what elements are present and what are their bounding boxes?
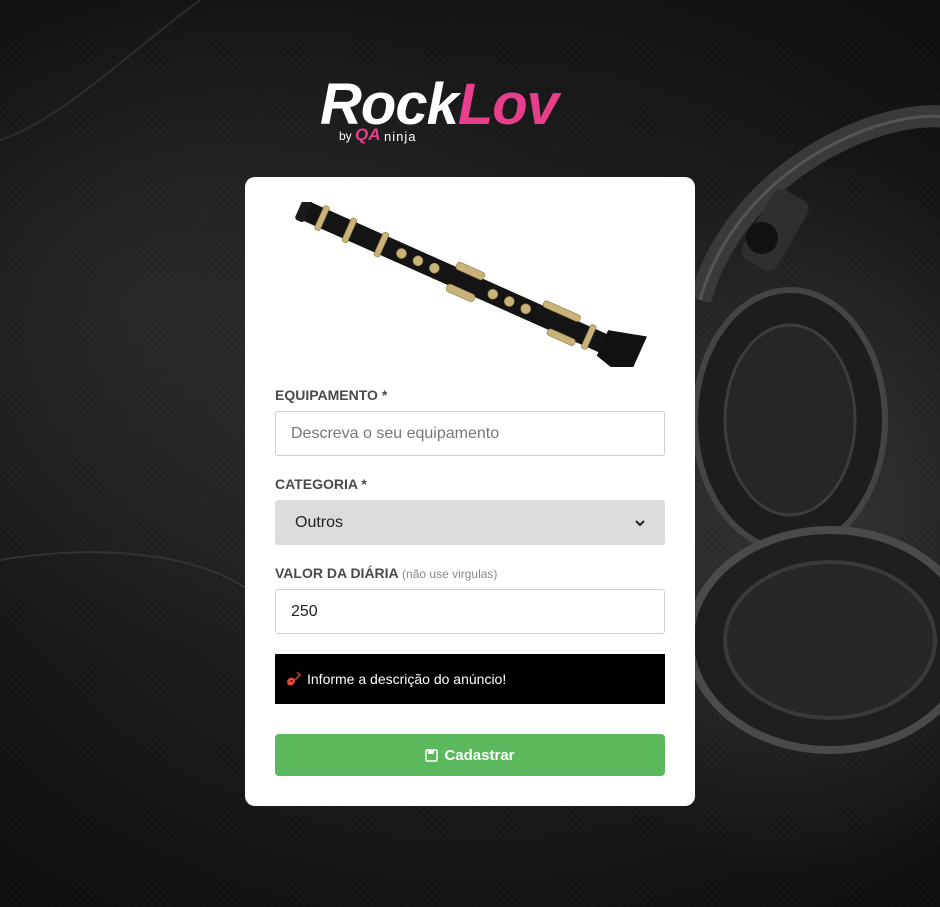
chevron-down-icon [635,519,645,526]
logo-by-text: by [339,129,352,143]
logo-ninja-text: ninja [384,129,417,144]
cadastrar-label: Cadastrar [444,746,515,764]
validation-alert: Informe a descrição do anúncio! [275,654,665,704]
category-label: CATEGORIA * [275,476,367,492]
category-select[interactable]: Outros [275,500,665,545]
price-value: 250 [291,602,318,620]
logo-lov-text: Lov [457,72,559,137]
new-ad-form-card: EQUIPAMENTO * Descreva o seu equipamento… [245,177,695,806]
logo-rock-text: Rock [320,72,459,137]
category-selected-value: Outros [295,513,344,531]
equipment-label: EQUIPAMENTO * [275,387,388,403]
logo-qa-text: QA [355,125,381,144]
equipment-thumbnail[interactable] [275,202,665,367]
alert-message: Informe a descrição do anúncio! [307,671,507,687]
equipment-input[interactable]: Descreva o seu equipamento [275,411,665,456]
guitar-icon [287,671,301,686]
floppy-disk-icon [425,748,439,762]
price-input[interactable]: 250 [275,589,665,634]
price-label: VALOR DA DIÁRIA (não use virgulas) [275,565,497,581]
price-hint: (não use virgulas) [402,567,498,581]
cadastrar-button[interactable]: Cadastrar [275,734,665,776]
price-label-text: VALOR DA DIÁRIA [275,565,399,581]
rocklov-logo: RockLov by QA ninja [320,72,620,152]
equipment-placeholder: Descreva o seu equipamento [291,424,500,442]
